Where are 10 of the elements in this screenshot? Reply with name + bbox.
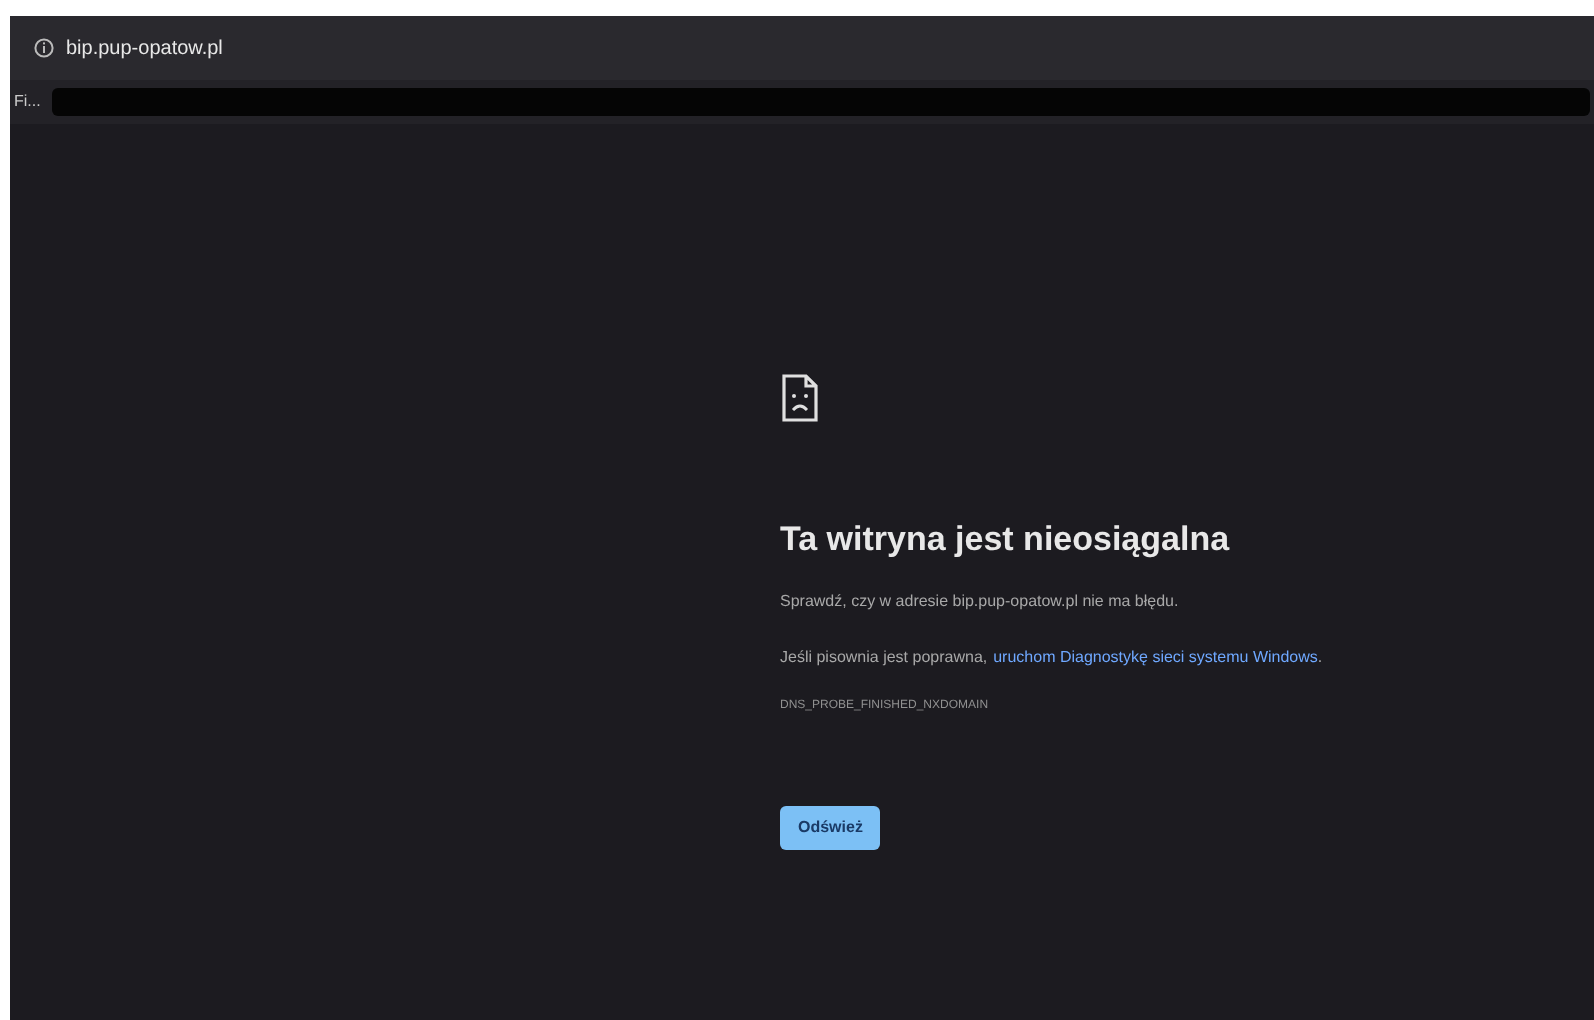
check-text: Sprawdź, czy w adresie bip.pup-opatow.pl nie ma błędu. <box>780 589 1181 613</box>
hint-text: Jeśli pisownia jest poprawna, <box>780 645 988 669</box>
info-icon[interactable] <box>34 38 54 58</box>
diagnostics-link[interactable]: uruchom Diagnostykę sieci systemu Windows <box>993 645 1318 669</box>
reload-button[interactable]: Odśwież <box>780 805 881 849</box>
address-url[interactable]: bip.pup-opatow.pl <box>66 33 223 63</box>
error-title: Ta witryna jest nieosiągalna <box>780 518 1232 562</box>
sad-page-icon <box>782 374 818 422</box>
period-text: . <box>1317 645 1323 669</box>
bookmark-item[interactable]: Fi... <box>14 90 41 114</box>
